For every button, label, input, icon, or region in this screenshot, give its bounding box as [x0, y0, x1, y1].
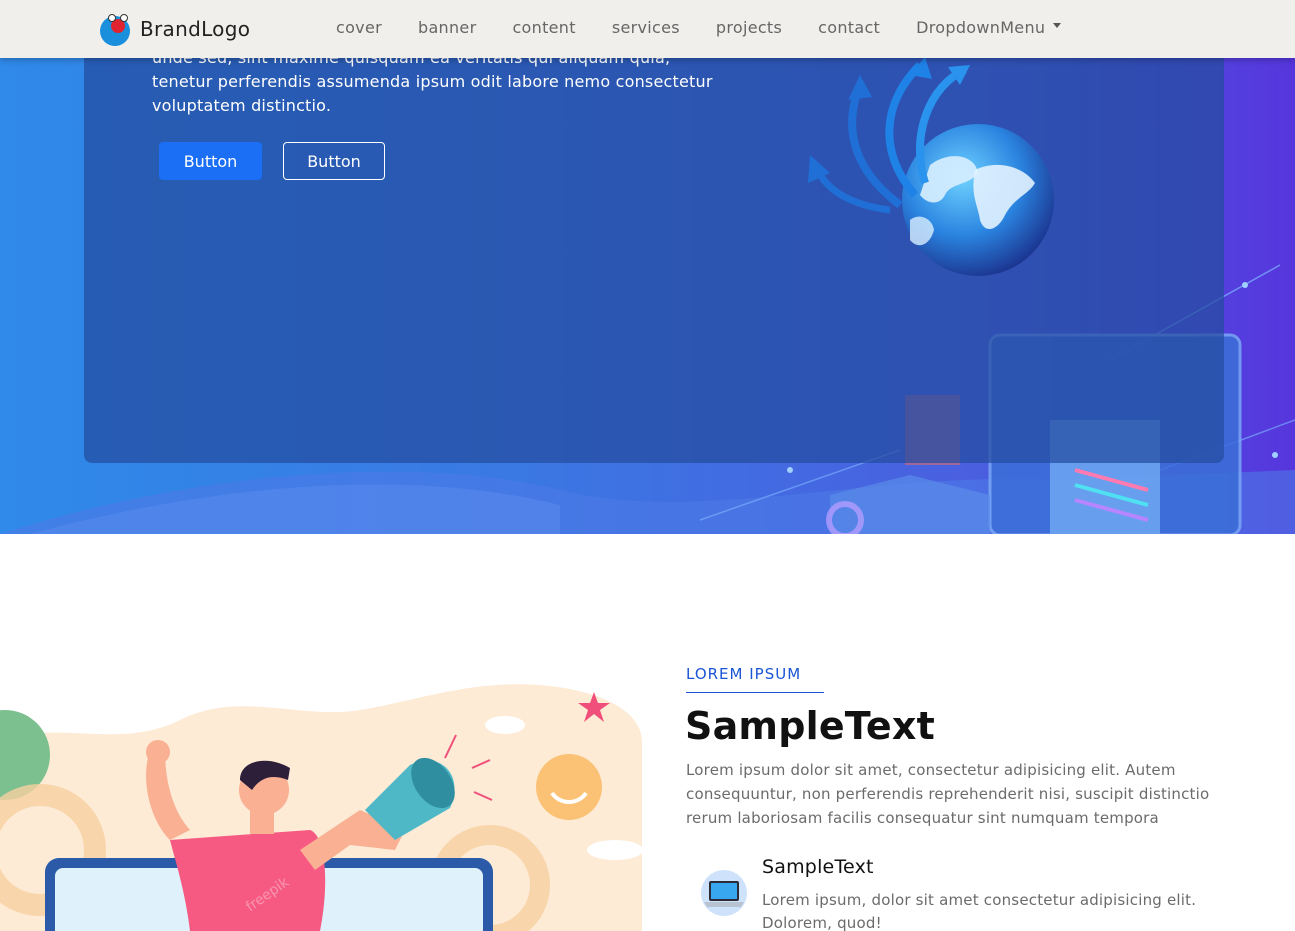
section-eyebrow: LOREM IPSUM [686, 665, 802, 683]
feature-title: SampleText [762, 856, 874, 878]
globe-illustration [808, 57, 1054, 276]
hero-secondary-button[interactable]: Button [283, 142, 385, 180]
caret-down-icon [1053, 23, 1062, 28]
hero-section: unde sed, sint maxime quisquam ea verita… [0, 0, 1295, 534]
nav-link-cover[interactable]: cover [336, 18, 382, 37]
feature-description: Lorem ipsum, dolor sit amet consectetur … [762, 891, 1197, 931]
nav-dropdown-toggle[interactable]: DropdownMenu [916, 18, 1062, 37]
nav-link-banner[interactable]: banner [418, 18, 476, 37]
hero-primary-button[interactable]: Button [159, 142, 262, 180]
nav-link-services[interactable]: services [612, 18, 680, 37]
nav-link-projects[interactable]: projects [716, 18, 782, 37]
navbar: BrandLogo cover banner content services … [0, 0, 1295, 58]
brand-logo-icon [100, 14, 130, 46]
laptop-icon [701, 870, 747, 916]
nav-links: cover banner content services projects c… [336, 18, 1097, 37]
section-description: Lorem ipsum dolor sit amet, consectetur … [686, 761, 1210, 827]
nav-dropdown-label: DropdownMenu [916, 18, 1046, 37]
eyebrow-underline [686, 692, 824, 693]
brand-name: BrandLogo [140, 17, 251, 41]
brand[interactable]: BrandLogo [98, 12, 250, 46]
nav-link-contact[interactable]: contact [818, 18, 880, 37]
section-title: SampleText [685, 704, 935, 748]
nav-link-content[interactable]: content [512, 18, 575, 37]
marketing-illustration: freepik [0, 684, 642, 931]
